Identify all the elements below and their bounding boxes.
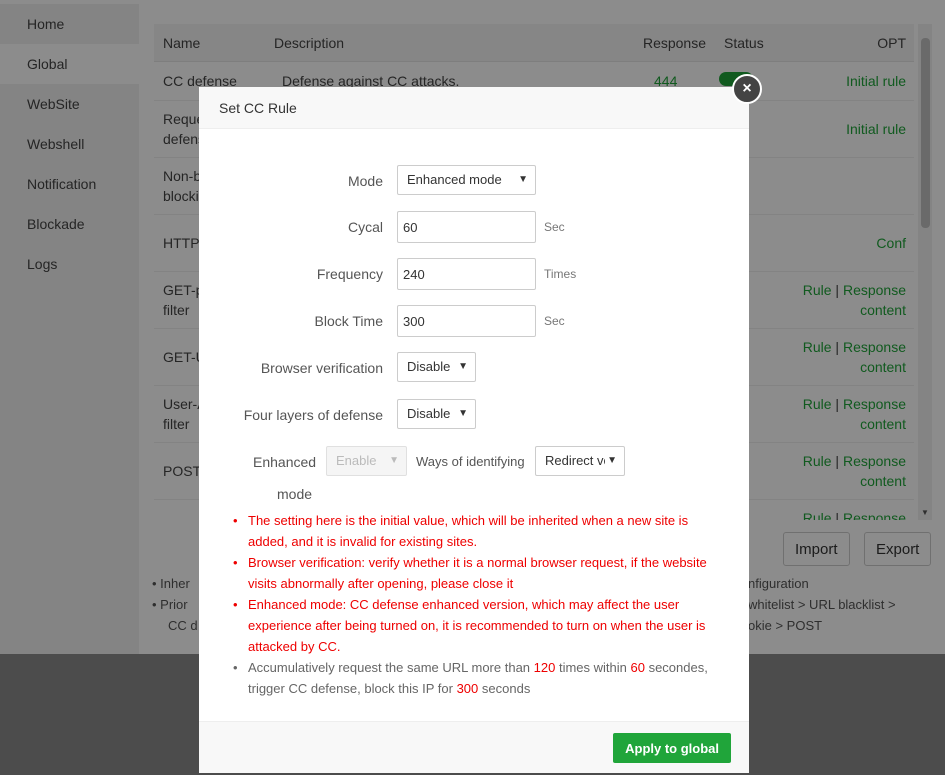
chevron-down-icon: ▼ [458, 408, 468, 419]
four-layers-select[interactable]: Disable ▼ [397, 399, 476, 429]
browser-verification-value: Disable [407, 359, 451, 374]
frequency-unit: Times [544, 267, 577, 281]
four-layers-row: Four layers of defense Disable ▼ [199, 399, 749, 431]
four-layers-label: Four layers of defense [243, 407, 383, 423]
enhanced-select-disabled: Enable ▼ [326, 446, 407, 476]
tip-initial-value: The setting here is the initial value, w… [232, 510, 722, 552]
block-time-value-highlight: 300 [456, 681, 479, 696]
ways-of-identifying-value: Redirect ve [545, 453, 611, 468]
ways-of-identifying-select[interactable]: Redirect ve ▼ [535, 446, 625, 476]
chevron-down-icon: ▼ [605, 447, 617, 475]
browser-verification-select[interactable]: Disable ▼ [397, 352, 476, 382]
tip-text: Accumulatively request the same URL more… [248, 660, 534, 675]
browser-verification-row: Browser verification Disable ▼ [199, 352, 749, 384]
close-icon[interactable]: × [732, 74, 762, 104]
chevron-down-icon: ▼ [458, 361, 468, 372]
dialog-title: Set CC Rule [199, 87, 749, 129]
four-layers-value: Disable [407, 406, 451, 421]
cycal-row: Cycal Sec [199, 211, 749, 243]
tip-text: times within [555, 660, 631, 675]
chevron-down-icon: ▼ [518, 174, 528, 185]
chevron-down-icon: ▼ [389, 455, 399, 466]
mode-select[interactable]: Enhanced mode ▼ [397, 165, 536, 195]
block-time-unit: Sec [544, 314, 565, 328]
block-time-input[interactable] [397, 305, 536, 337]
frequency-value-highlight: 120 [533, 660, 556, 675]
frequency-input[interactable] [397, 258, 536, 290]
tip-summary: Accumulatively request the same URL more… [232, 657, 722, 699]
cycal-value-highlight: 60 [630, 660, 645, 675]
ways-of-identifying-label: Ways of identifying [416, 454, 525, 469]
tip-browser-verification: Browser verification: verify whether it … [232, 552, 722, 594]
dialog-footer: Apply to global [199, 721, 749, 773]
enhanced-label-mode: mode [277, 486, 313, 502]
cycal-unit: Sec [544, 220, 565, 234]
mode-select-value: Enhanced mode [407, 172, 502, 187]
enhanced-mode-row: Enhanced mode Enable ▼ Ways of identifyi… [199, 446, 749, 506]
set-cc-rule-dialog: Set CC Rule Mode Enhanced mode ▼ Cycal S… [199, 87, 749, 773]
tip-text: seconds [478, 681, 531, 696]
block-time-label: Block Time [314, 313, 383, 329]
frequency-label: Frequency [316, 266, 383, 282]
browser-verification-label: Browser verification [260, 360, 383, 376]
block-time-row: Block Time Sec [199, 305, 749, 337]
enhanced-select-value: Enable [336, 453, 377, 468]
tips-list: The setting here is the initial value, w… [232, 510, 722, 699]
mode-label: Mode [347, 173, 383, 189]
cycal-input[interactable] [397, 211, 536, 243]
frequency-row: Frequency Times [199, 258, 749, 290]
cycal-label: Cycal [347, 219, 383, 235]
tip-enhanced-mode: Enhanced mode: CC defense enhanced versi… [232, 594, 722, 657]
mode-row: Mode Enhanced mode ▼ [199, 165, 749, 197]
enhanced-label: Enhanced [253, 454, 317, 470]
apply-to-global-button[interactable]: Apply to global [613, 733, 731, 763]
